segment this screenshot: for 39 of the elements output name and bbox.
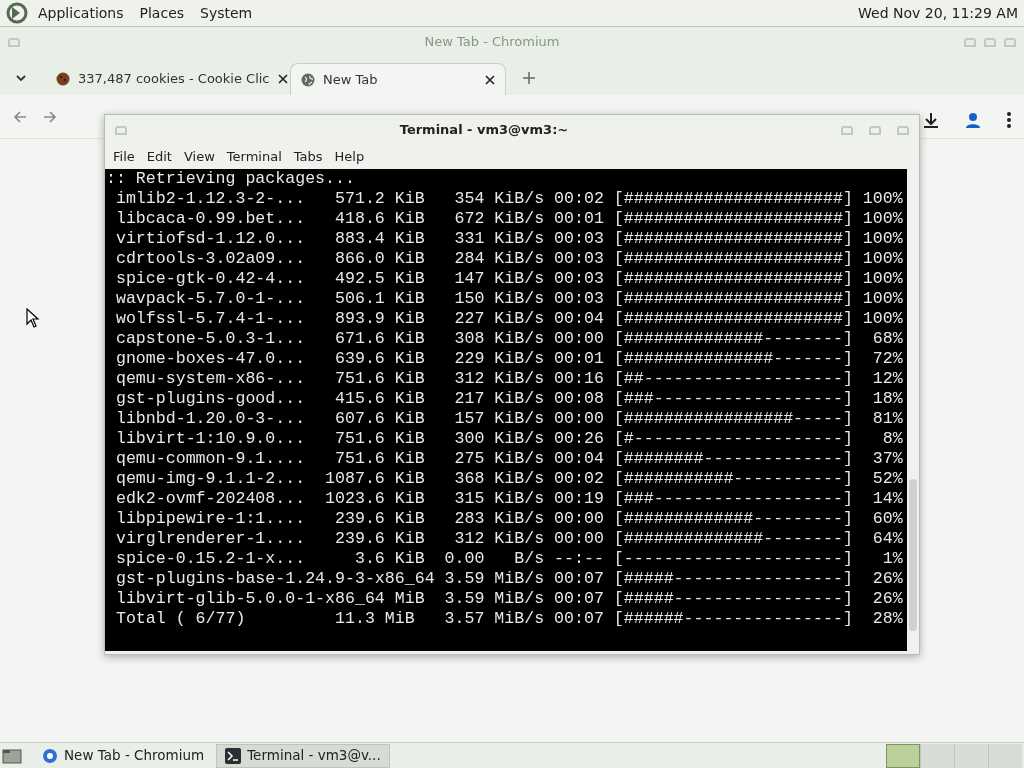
terminal-line: libcaca-0.99.bet... 418.6 KiB 672 KiB/s 00:01 [######################] 100% xyxy=(114,209,904,229)
menu-item[interactable]: Tabs xyxy=(287,147,329,167)
taskbar-button[interactable]: Terminal - vm3@v... xyxy=(216,743,390,768)
browser-tab[interactable]: 337,487 cookies - Cookie Clic xyxy=(46,63,286,95)
terminal-line: imlib2-1.12.3-2-... 571.2 KiB 354 KiB/s 00:02 [######################] 100% xyxy=(114,189,904,209)
terminal-line: :: Retrieving packages... xyxy=(106,169,356,189)
terminal-line: qemu-system-x86-... 751.6 KiB 312 KiB/s 00:16 [##--------------------] 12% xyxy=(114,369,904,389)
terminal-line: virglrenderer-1.... 239.6 KiB 312 KiB/s 00:00 [##############--------] 64% xyxy=(114,529,904,549)
terminal-line: edk2-ovmf-202408... 1023.6 KiB 315 KiB/s 00:19 [###-------------------] 14% xyxy=(114,489,904,509)
terminal-line: capstone-5.0.3-1... 671.6 KiB 308 KiB/s 00:00 [##############--------] 68% xyxy=(114,329,904,349)
menu-item[interactable]: System xyxy=(200,2,253,24)
terminal-line: qemu-img-9.1.1-2... 1087.6 KiB 368 KiB/s 00:02 [###########-----------] 52% xyxy=(114,469,904,489)
terminal-line: gnome-boxes-47.0... 639.6 KiB 229 KiB/s 00:01 [###############-------] 72% xyxy=(114,349,904,369)
terminal-line: libpipewire-1:1.... 239.6 KiB 283 KiB/s 00:00 [#############---------] 60% xyxy=(114,509,904,529)
terminal-line: wolfssl-5.7.4-1-... 893.9 KiB 227 KiB/s 00:04 [######################] 100% xyxy=(114,309,904,329)
menu-item[interactable]: Terminal xyxy=(220,147,288,167)
terminal-line: libnbd-1.20.0-3-... 607.6 KiB 157 KiB/s 00:00 [#################-----] 81% xyxy=(114,409,904,429)
terminal-line: libvirt-1:10.9.0... 751.6 KiB 300 KiB/s 00:26 [#---------------------] 8% xyxy=(114,429,904,449)
browser-tab[interactable]: New Tab xyxy=(290,63,506,95)
window-title: Terminal - vm3@vm3:~ xyxy=(398,121,570,140)
terminal-line: spice-0.15.2-1-x... 3.6 KiB 0.00 B/s --:-- [----------------------] 1% xyxy=(114,549,904,569)
clock[interactable]: Wed Nov 20, 11:29 AM xyxy=(858,2,1018,24)
terminal-line: spice-gtk-0.42-4... 492.5 KiB 147 KiB/s 00:03 [######################] 100% xyxy=(114,269,904,289)
menu-item[interactable]: View xyxy=(177,147,221,167)
terminal-line: Total ( 6/77) 11.3 MiB 3.57 MiB/s 00:07 [######----------------] 28% xyxy=(114,609,904,629)
terminal-line: gst-plugins-base-1.24.9-3-x86_64 3.59 MiB/s 00:07 [#####-----------------] 26% xyxy=(114,569,904,589)
terminal-line: wavpack-5.7.0-1-... 506.1 KiB 150 KiB/s 00:03 [######################] 100% xyxy=(114,289,904,309)
menu-item[interactable]: File xyxy=(107,147,141,167)
terminal-line: qemu-common-9.1.... 751.6 KiB 275 KiB/s 00:04 [########--------------] 37% xyxy=(114,449,904,469)
taskbar-button[interactable]: New Tab - Chromium xyxy=(34,743,213,768)
menu-item[interactable]: Edit xyxy=(140,147,178,167)
terminal-line: gst-plugins-good... 415.6 KiB 217 KiB/s 00:08 [###-------------------] 18% xyxy=(114,389,904,409)
terminal-line: cdrtools-3.02a09... 866.0 KiB 284 KiB/s 00:03 [######################] 100% xyxy=(114,249,904,269)
menu-item[interactable]: Places xyxy=(139,2,185,24)
terminal-line: libvirt-glib-5.0.0-1-x86_64 MiB 3.59 MiB/s 00:07 [#####-----------------] 26% xyxy=(114,589,904,609)
window-title: New Tab - Chromium xyxy=(423,33,561,52)
terminal-line: virtiofsd-1.12.0... 883.4 KiB 331 KiB/s 00:03 [######################] 100% xyxy=(114,229,904,249)
menu-item[interactable]: Help xyxy=(328,147,371,167)
menu-item[interactable]: Applications xyxy=(38,2,124,24)
